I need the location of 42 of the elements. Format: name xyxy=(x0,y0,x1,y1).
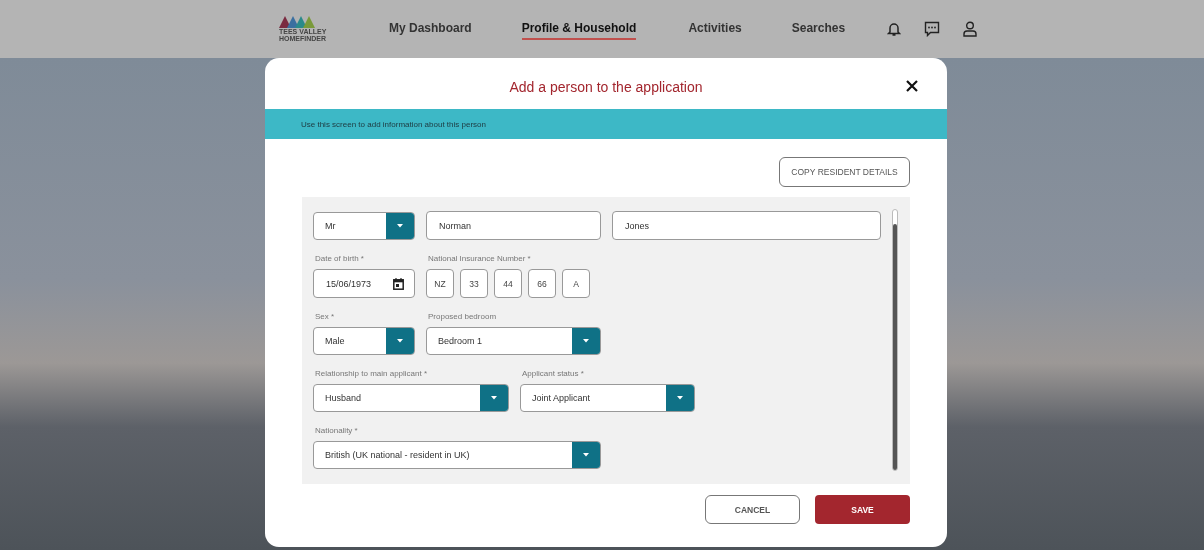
nav-tab[interactable]: Profile & Household xyxy=(521,18,637,40)
dropdown[interactable]: British (UK national - resident in UK) xyxy=(313,441,601,469)
field-label: National Insurance Number * xyxy=(427,254,532,263)
dropdown[interactable]: Bedroom 1 xyxy=(426,327,601,355)
calendar-icon xyxy=(393,277,404,290)
dropdown[interactable]: Husband xyxy=(313,384,509,412)
dropdown[interactable]: Male xyxy=(313,327,415,355)
dropdown[interactable]: Joint Applicant xyxy=(520,384,695,412)
input-field[interactable]: Jones xyxy=(612,211,881,240)
save-button[interactable]: SAVE xyxy=(815,495,910,524)
notification-icon[interactable] xyxy=(887,21,902,37)
user-icon[interactable] xyxy=(963,21,978,37)
input-field[interactable]: 66 xyxy=(528,269,556,298)
field-label: Applicant status * xyxy=(521,369,585,378)
nav-tab[interactable]: My Dashboard xyxy=(389,18,472,40)
caret-icon xyxy=(677,396,683,400)
field-label: Sex * xyxy=(314,312,336,321)
caret-icon xyxy=(397,224,403,228)
caret-icon xyxy=(583,453,589,457)
copy-details-button[interactable]: COPY RESIDENT DETAILS xyxy=(779,157,910,187)
caret-icon xyxy=(583,339,589,343)
chat-icon[interactable] xyxy=(924,21,941,37)
field-label: Date of birth * xyxy=(314,254,365,263)
nav-tab[interactable]: Activities xyxy=(688,18,742,40)
caret-icon xyxy=(397,339,403,343)
input-field[interactable]: 44 xyxy=(494,269,522,298)
date-field[interactable]: 15/06/1973 xyxy=(313,269,415,298)
close-icon[interactable] xyxy=(906,80,918,92)
input-field[interactable]: Norman xyxy=(426,211,601,240)
scrollbar[interactable] xyxy=(892,209,898,471)
info-banner: Use this screen to add information about this person xyxy=(265,109,947,139)
dropdown[interactable]: Mr xyxy=(313,212,415,240)
input-field[interactable]: NZ xyxy=(426,269,454,298)
input-field[interactable]: A xyxy=(562,269,590,298)
nav-tab[interactable]: Searches xyxy=(791,18,846,40)
caret-icon xyxy=(491,396,497,400)
input-field[interactable]: 33 xyxy=(460,269,488,298)
dialog-title: Add a person to the application xyxy=(509,78,703,95)
cancel-button[interactable]: CANCEL xyxy=(705,495,800,524)
field-label: Proposed bedroom xyxy=(427,312,498,321)
field-label: Nationality * xyxy=(314,426,359,435)
field-label: Relationship to main applicant * xyxy=(314,369,429,378)
